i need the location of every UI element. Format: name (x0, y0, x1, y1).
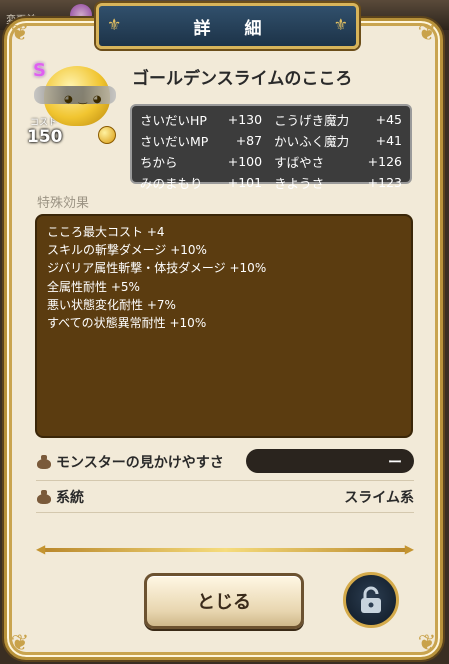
stat-label: すばやさ (274, 155, 325, 170)
stat-label: みのまもり (140, 176, 203, 191)
stat-value: +45 (375, 112, 402, 127)
stat-label: こうげき魔力 (274, 113, 350, 128)
visibility-label: モンスターの見かけやすさ (56, 455, 224, 471)
visibility-value: ー (388, 455, 402, 471)
family-label: 系統 (56, 490, 84, 506)
corner-ornament-icon: ❦ (417, 631, 437, 656)
stat-row: ちから +100 すばやさ +126 (140, 151, 402, 172)
effect-item: ジバリア属性斬撃・体技ダメージ +10% (47, 261, 267, 276)
arrow-ornament-icon: ◀ (36, 542, 46, 556)
stat-label: ちから (140, 155, 178, 170)
title-banner: ⚜ 詳 細 ⚜ (96, 3, 359, 49)
bag-icon (36, 490, 52, 504)
effects-heading: 特殊効果 (37, 196, 90, 211)
stat-label: さいだいHP (140, 113, 207, 128)
divider (36, 480, 414, 481)
stat-row: みのまもり +101 きようさ +123 (140, 172, 402, 193)
effect-item: すべての状態異常耐性 +10% (47, 316, 207, 331)
fleur-ornament-icon: ⚜ (333, 15, 348, 34)
stats-table: さいだいHP +130 こうげき魔力 +45 さいだいMP +87 かいふく魔力… (130, 104, 412, 191)
family-row: 系統 (36, 487, 84, 507)
effect-item: こころ最大コスト +4 (47, 225, 165, 239)
cost-value: 150 (27, 127, 63, 147)
stat-label: かいふく魔力 (274, 134, 350, 149)
corner-ornament-icon: ❦ (10, 631, 30, 656)
lock-button[interactable] (343, 572, 399, 628)
effects-list[interactable]: こころ最大コスト +4 スキルの斬撃ダメージ +10% ジバリア属性斬撃・体技ダ… (35, 214, 413, 438)
effect-item: スキルの斬撃ダメージ +10% (47, 243, 207, 258)
stat-label: さいだいMP (140, 134, 209, 149)
visibility-value-bar: ー (246, 449, 414, 473)
stat-row: さいだいMP +87 かいふく魔力 +41 (140, 130, 402, 151)
visibility-row: モンスターの見かけやすさ (36, 452, 224, 472)
family-value: スライム系 (344, 490, 414, 506)
stat-value: +123 (367, 175, 402, 190)
corner-ornament-icon: ❦ (417, 21, 437, 46)
rank-badge: S (33, 60, 46, 81)
gold-divider: ◀ ▶ (36, 542, 414, 556)
effect-item: 全属性耐性 +5% (47, 279, 140, 294)
stat-value: +126 (367, 154, 402, 169)
arrow-ornament-icon: ▶ (404, 542, 414, 556)
stat-value: +41 (375, 133, 402, 148)
stat-label: きようさ (274, 176, 325, 191)
stat-value: +130 (227, 112, 263, 127)
stat-value: +100 (227, 154, 263, 169)
monster-name: ゴールデンスライムのこころ (132, 69, 353, 89)
corner-ornament-icon: ❦ (10, 21, 30, 46)
coin-icon (98, 126, 116, 144)
slime-face: ◕‿◕ (64, 94, 108, 105)
bag-icon (36, 455, 52, 469)
close-button[interactable]: とじる (144, 573, 304, 629)
divider (36, 512, 414, 513)
effect-item: 悪い状態変化耐性 +7% (47, 297, 176, 312)
stat-value: +87 (235, 133, 263, 148)
lock-icon (361, 586, 381, 613)
stat-value: +101 (227, 175, 263, 190)
window-title: 詳 細 (193, 18, 276, 39)
fleur-ornament-icon: ⚜ (107, 15, 122, 34)
stat-row: さいだいHP +130 こうげき魔力 +45 (140, 109, 402, 130)
